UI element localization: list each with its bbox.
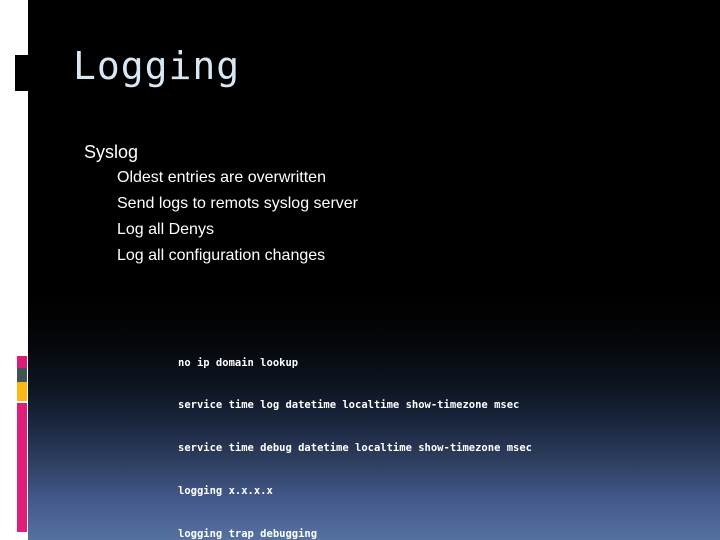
code-line: service time debug datetime localtime sh… xyxy=(178,442,533,455)
accent-bar-pink-top xyxy=(17,356,27,368)
bullet-item: Log all configuration changes xyxy=(117,247,326,264)
presentation-slide: Logging Syslog Oldest entries are overwr… xyxy=(0,0,720,540)
bullet-heading-syslog: Syslog xyxy=(84,142,139,162)
accent-bar-teal xyxy=(17,368,27,382)
slide-title: Logging xyxy=(73,44,241,88)
bullet-item: Log all Denys xyxy=(117,221,214,238)
code-line: logging x.x.x.x xyxy=(178,485,273,498)
bullet-item: Send logs to remots syslog server xyxy=(117,195,358,212)
cli-config-code-block: no ip domain lookup service time log dat… xyxy=(178,327,532,540)
code-line: no ip domain lookup xyxy=(178,356,299,369)
bullet-item: Oldest entries are overwritten xyxy=(117,169,326,186)
code-line: service time log datetime localtime show… xyxy=(178,399,520,412)
accent-bar-yellow xyxy=(17,382,27,401)
accent-bar-magenta xyxy=(17,403,27,532)
strip-black-block xyxy=(15,55,28,91)
slide-body: Syslog Oldest entries are overwritten Se… xyxy=(84,143,644,274)
code-line: logging trap debugging xyxy=(178,528,318,540)
